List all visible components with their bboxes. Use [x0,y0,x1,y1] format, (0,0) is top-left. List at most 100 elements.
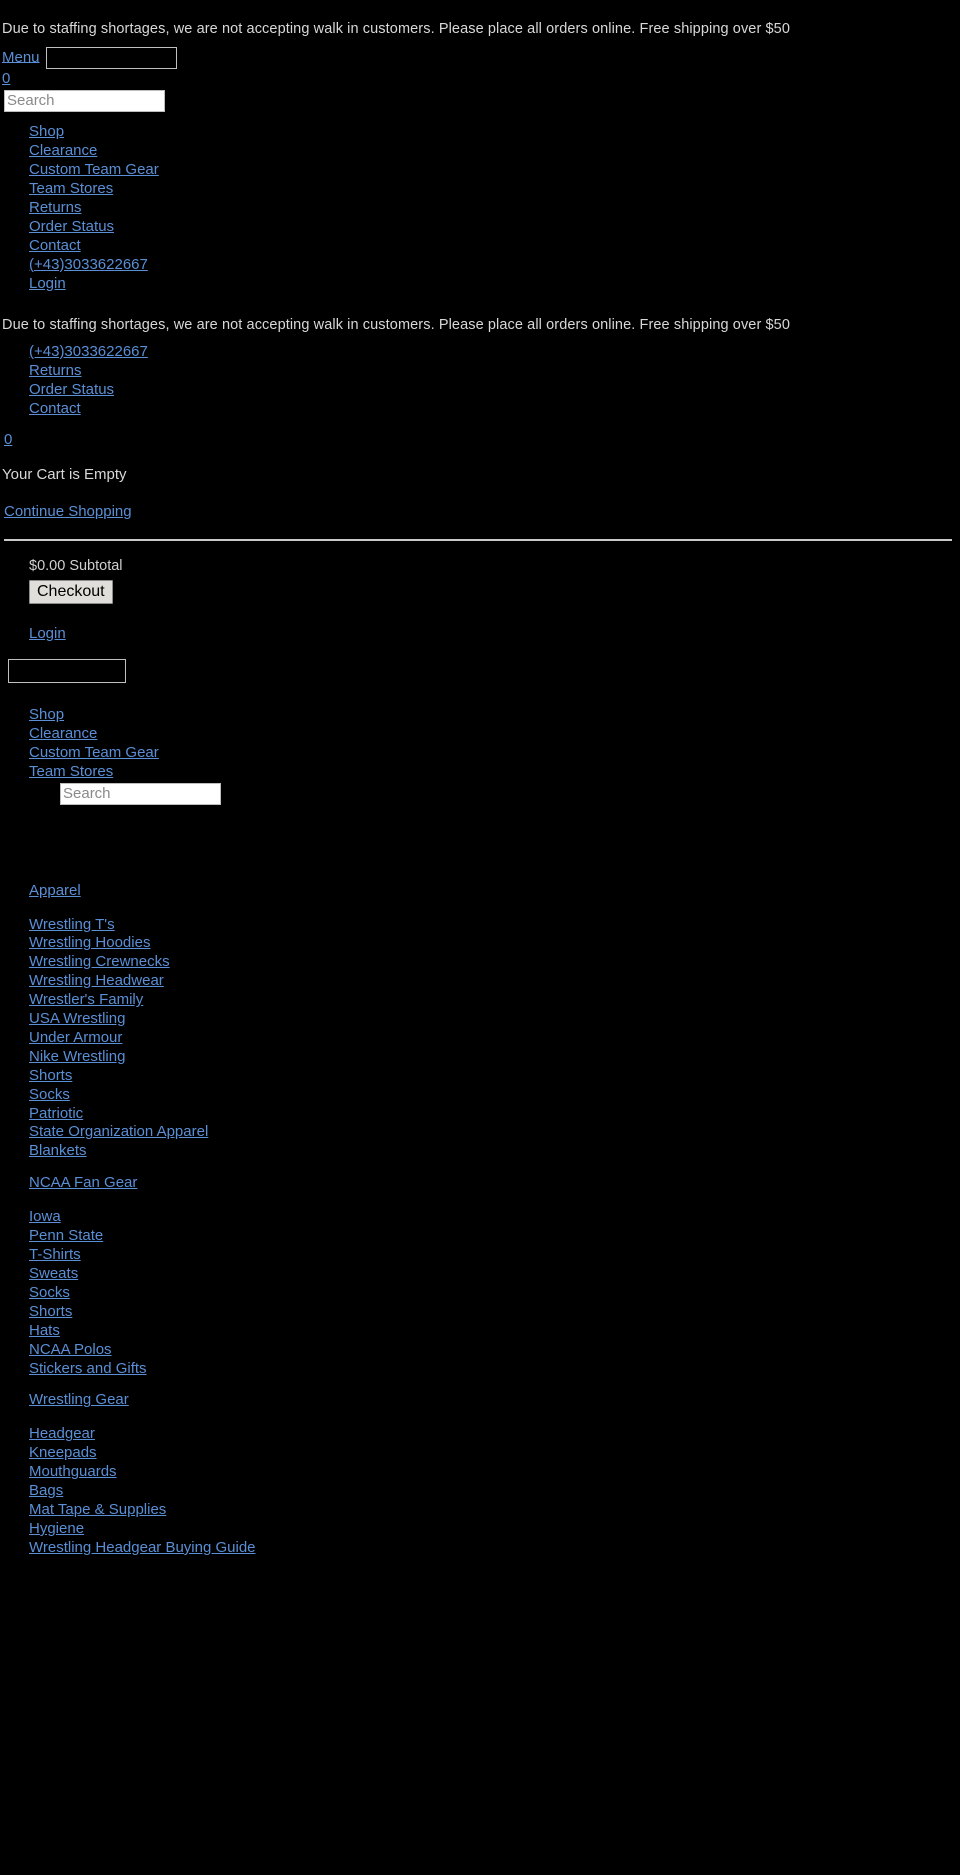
category-link-penn-state[interactable]: Penn State [29,1227,103,1244]
category-link-wrestling-hoodies[interactable]: Wrestling Hoodies [29,934,150,951]
category-item: Hats [29,1322,960,1341]
continue-shopping-link[interactable]: Continue Shopping [4,503,132,520]
category-item: Nike Wrestling [29,1048,960,1067]
nav-item-login: Login [29,274,960,293]
menu-input[interactable] [45,46,177,69]
category-item: Under Armour [29,1029,960,1048]
menu-link[interactable]: Menu [2,48,40,65]
category-link-blankets[interactable]: Blankets [29,1142,87,1159]
shop-nav-link-custom-team-gear[interactable]: Custom Team Gear [29,744,159,761]
category-list-ncaa-fan-gear: Iowa Penn State T-Shirts Sweats Socks Sh… [0,1208,960,1378]
secondary-nav-link-contact[interactable]: Contact [29,400,81,417]
shop-nav-link-clearance[interactable]: Clearance [29,725,97,742]
cart-count-row-top: 0 [0,69,960,86]
category-link-headgear[interactable]: Headgear [29,1425,95,1442]
secondary-nav-link-returns[interactable]: Returns [29,362,82,379]
checkout-button[interactable]: Checkout [29,579,113,604]
nav-link-login[interactable]: Login [29,275,66,292]
nav-link-phone[interactable]: (+43)3033622667 [29,256,148,273]
secondary-nav: (+43)3033622667 Returns Order Status Con… [0,342,960,418]
category-link-usa-wrestling[interactable]: USA Wrestling [29,1010,125,1027]
nav-link-custom-team-gear[interactable]: Custom Team Gear [29,161,159,178]
category-link-shorts[interactable]: Shorts [29,1067,72,1084]
nav-item-contact: Contact [29,236,960,255]
search-input-top[interactable] [4,89,165,112]
nav-link-team-stores[interactable]: Team Stores [29,180,113,197]
category-item: Blankets [29,1142,960,1161]
category-link-mat-tape-supplies[interactable]: Mat Tape & Supplies [29,1501,166,1518]
category-link-wrestling-crewnecks[interactable]: Wrestling Crewnecks [29,953,170,970]
category-item: Socks [29,1086,960,1105]
shop-nav-link-team-stores[interactable]: Team Stores [29,763,113,780]
category-item: Wrestling Headgear Buying Guide [29,1539,960,1558]
category-item: Wrestling Crewnecks [29,953,960,972]
search-input-shop[interactable] [60,782,221,805]
category-link-socks[interactable]: Socks [29,1086,70,1103]
shop-nav-item-clearance: Clearance [29,724,960,743]
category-link-ncaa-socks[interactable]: Socks [29,1284,70,1301]
nav-link-clearance[interactable]: Clearance [29,142,97,159]
shop-nav-item-shop: Shop [29,705,960,724]
category-link-kneepads[interactable]: Kneepads [29,1444,97,1461]
menu-toggle-row: Menu [0,37,960,69]
account-login-link[interactable]: Login [29,625,66,642]
category-item: Hygiene [29,1520,960,1539]
shop-nav-item-custom-team-gear: Custom Team Gear [29,743,960,762]
nav-item-clearance: Clearance [29,141,960,160]
category-link-stickers-and-gifts[interactable]: Stickers and Gifts [29,1360,147,1377]
category-heading-ncaa-fan-gear[interactable]: NCAA Fan Gear [29,1174,137,1191]
category-link-wrestlers-family[interactable]: Wrestler's Family [29,991,143,1008]
category-item: State Organization Apparel [29,1123,960,1142]
nav-link-shop[interactable]: Shop [29,123,64,140]
nav-link-order-status[interactable]: Order Status [29,218,114,235]
nav-link-contact[interactable]: Contact [29,237,81,254]
nav-item-custom-team-gear: Custom Team Gear [29,160,960,179]
category-link-bags[interactable]: Bags [29,1482,63,1499]
category-item: Sweats [29,1265,960,1284]
account-login-row: Login [0,604,960,641]
category-heading-wrestling-gear[interactable]: Wrestling Gear [29,1391,129,1408]
layout-spacer [0,805,960,883]
category-item: Wrestler's Family [29,991,960,1010]
category-item: Shorts [29,1303,960,1322]
category-link-mouthguards[interactable]: Mouthguards [29,1463,117,1480]
shop-nav-item-team-stores: Team Stores [29,762,960,781]
category-link-wrestling-ts[interactable]: Wrestling T's [29,916,115,933]
category-item: Mat Tape & Supplies [29,1501,960,1520]
category-item: Penn State [29,1227,960,1246]
category-list-wrestling-gear: Headgear Kneepads Mouthguards Bags Mat T… [0,1425,960,1557]
shop-nav-link-shop[interactable]: Shop [29,706,64,723]
primary-nav: Shop Clearance Custom Team Gear Team Sto… [0,122,960,293]
cart-count-link[interactable]: 0 [4,431,12,448]
category-item: Patriotic [29,1105,960,1124]
category-link-hygiene[interactable]: Hygiene [29,1520,84,1537]
nav-item-order-status: Order Status [29,217,960,236]
cart-count-link-top[interactable]: 0 [2,70,10,87]
category-link-iowa[interactable]: Iowa [29,1208,61,1225]
category-link-hats[interactable]: Hats [29,1322,60,1339]
nav-link-returns[interactable]: Returns [29,199,82,216]
category-item: Wrestling Hoodies [29,934,960,953]
category-link-wrestling-headwear[interactable]: Wrestling Headwear [29,972,164,989]
category-link-t-shirts[interactable]: T-Shirts [29,1246,81,1263]
shop-nav: Shop Clearance Custom Team Gear Team Sto… [0,705,960,805]
secondary-nav-item-contact: Contact [29,399,960,418]
category-link-headgear-buying-guide[interactable]: Wrestling Headgear Buying Guide [29,1539,256,1556]
category-link-nike-wrestling[interactable]: Nike Wrestling [29,1048,125,1065]
cart-count-row: 0 [0,418,960,447]
category-link-ncaa-polos[interactable]: NCAA Polos [29,1341,112,1358]
category-heading-apparel[interactable]: Apparel [29,882,81,899]
category-link-ncaa-shorts[interactable]: Shorts [29,1303,72,1320]
category-link-under-armour[interactable]: Under Armour [29,1029,122,1046]
login-input-row [0,641,960,683]
category-item: Kneepads [29,1444,960,1463]
category-link-state-organization-apparel[interactable]: State Organization Apparel [29,1123,208,1140]
nav-item-team-stores: Team Stores [29,179,960,198]
secondary-nav-link-phone[interactable]: (+43)3033622667 [29,343,148,360]
secondary-nav-link-order-status[interactable]: Order Status [29,381,114,398]
category-item: NCAA Polos [29,1341,960,1360]
login-input[interactable] [8,658,126,683]
continue-shopping-row: Continue Shopping [0,482,960,519]
category-link-sweats[interactable]: Sweats [29,1265,78,1282]
category-link-patriotic[interactable]: Patriotic [29,1105,83,1122]
